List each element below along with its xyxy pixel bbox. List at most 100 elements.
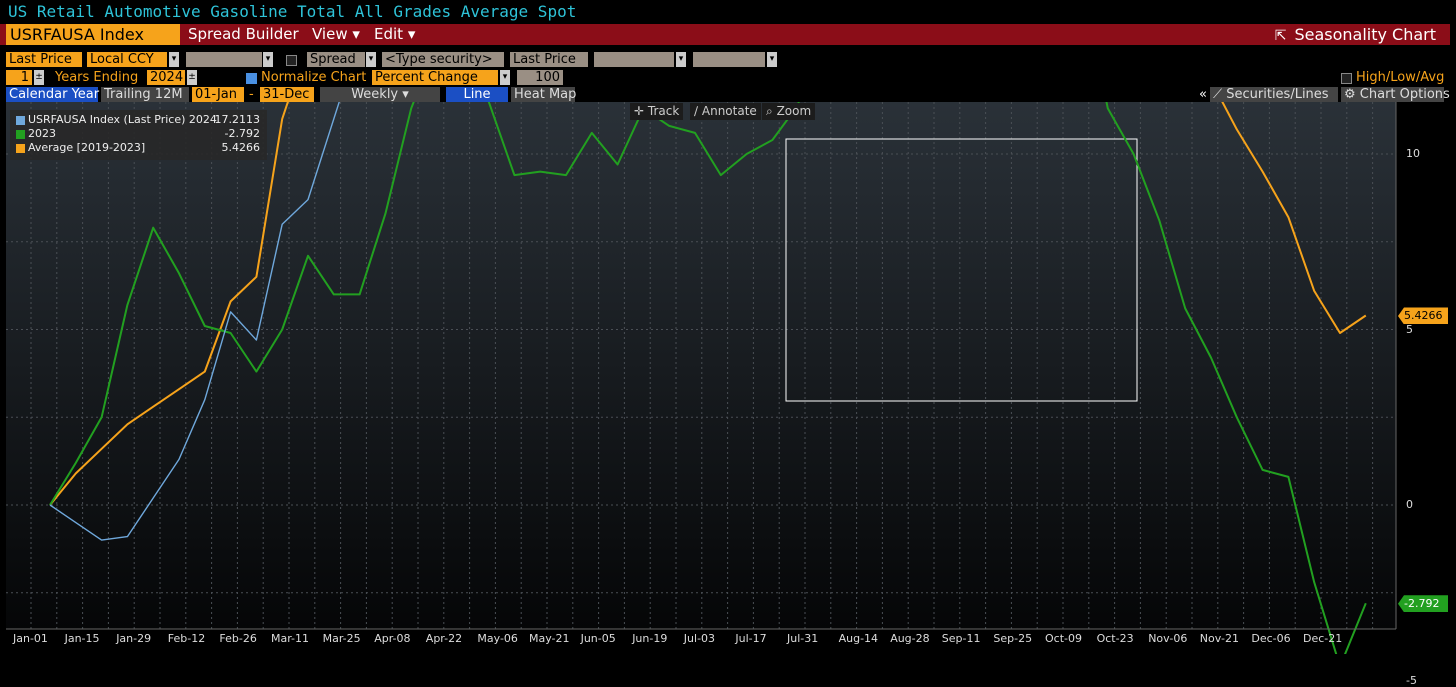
field-last-price[interactable]: Last Price xyxy=(6,52,82,67)
tab-calendar-year[interactable]: Calendar Year xyxy=(6,87,99,102)
empty-field-2[interactable] xyxy=(594,52,674,67)
tab-heat-map[interactable]: Heat Map xyxy=(511,87,576,102)
tab-line[interactable]: Line xyxy=(446,87,508,102)
x-tick-label: Dec-06 xyxy=(1251,632,1291,645)
x-tick-label: Jan-29 xyxy=(116,632,152,645)
legend-value-2023: -2.792 xyxy=(224,127,260,140)
end-value-tag-s2023: -2.792 xyxy=(1398,595,1448,613)
x-tick-label: May-21 xyxy=(529,632,570,645)
normalize-checkbox[interactable] xyxy=(246,73,257,84)
frequency-select[interactable]: Weekly ▾ xyxy=(320,87,440,102)
legend-item-2023: 2023 xyxy=(16,127,56,141)
end-value-tag-savg: 5.4266 xyxy=(1398,307,1448,325)
x-tick-label: Apr-08 xyxy=(374,632,411,645)
stepper-icon[interactable]: ± xyxy=(34,70,44,85)
edit-menu[interactable]: Edit ▾ xyxy=(374,24,415,45)
chart-canvas[interactable] xyxy=(0,102,1456,654)
chevron-down-icon: ▾ xyxy=(407,25,416,43)
annotate-button[interactable]: ∕ Annotate xyxy=(690,103,761,120)
x-tick-label: Jan-01 xyxy=(13,632,48,645)
track-label: Track xyxy=(647,104,680,118)
legend-label: 2023 xyxy=(28,127,56,140)
x-tick-label: May-06 xyxy=(477,632,518,645)
securities-lines-label: Securities/Lines xyxy=(1226,87,1329,102)
date-separator: - xyxy=(249,87,254,102)
legend-item-2024: USRFAUSA Index (Last Price) 2024 xyxy=(16,113,217,127)
years-ending-label: Years Ending xyxy=(55,70,139,85)
x-tick-label: Feb-26 xyxy=(219,632,257,645)
spread-select[interactable]: Spread xyxy=(307,52,365,67)
chart-options-button[interactable]: ⚙ Chart Options xyxy=(1341,87,1450,102)
x-tick-label: Sep-11 xyxy=(941,632,981,645)
annotate-label: Annotate xyxy=(701,104,757,118)
pencil-icon: ∕ xyxy=(694,104,699,118)
legend-value-average: 5.4266 xyxy=(221,141,261,154)
gear-icon: ⚙ xyxy=(1344,87,1356,102)
view-menu[interactable]: View ▾ xyxy=(312,24,360,45)
spread-builder-button[interactable]: Spread Builder xyxy=(188,24,299,45)
x-tick-label: Nov-06 xyxy=(1148,632,1188,645)
high-low-avg-checkbox[interactable] xyxy=(1341,73,1352,84)
crosshair-icon: ✛ xyxy=(634,104,645,118)
x-tick-label: Jan-15 xyxy=(64,632,100,645)
x-tick-label: Jul-03 xyxy=(683,632,716,645)
x-tick-label: Jul-31 xyxy=(787,632,819,645)
end-date-input[interactable]: 31-Dec xyxy=(260,87,314,102)
zoom-label: Zoom xyxy=(776,104,812,118)
stepper-icon[interactable]: ± xyxy=(187,70,197,85)
x-tick-label: Aug-28 xyxy=(890,632,930,645)
start-date-input[interactable]: 01-Jan xyxy=(192,87,244,102)
edit-label: Edit xyxy=(374,25,404,43)
year-input[interactable]: 2024 xyxy=(147,70,185,85)
seasonality-label: Seasonality Chart xyxy=(1294,25,1436,44)
legend-swatch-2023 xyxy=(16,129,25,139)
spread-checkbox[interactable] xyxy=(286,55,297,66)
y-tick-label: 0 xyxy=(1406,498,1413,511)
track-button[interactable]: ✛ Track xyxy=(630,103,684,120)
legend-swatch-average xyxy=(16,143,25,153)
securities-lines-button[interactable]: ⟋ Securities/Lines xyxy=(1210,87,1338,102)
x-tick-label: Mar-25 xyxy=(322,632,361,645)
zoom-button[interactable]: ⌕ Zoom xyxy=(762,103,816,120)
legend-label: USRFAUSA Index (Last Price) 2024 xyxy=(28,113,217,126)
normalize-mode-select[interactable]: Percent Change xyxy=(372,70,498,85)
chevron-down-icon: ▾ xyxy=(402,87,409,102)
chart-title: US Retail Automotive Gasoline Total All … xyxy=(8,2,577,21)
chart-options-label: Chart Options xyxy=(1359,87,1450,102)
chevron-down-icon[interactable]: ▾ xyxy=(366,52,376,67)
empty-field-3[interactable] xyxy=(693,52,765,67)
external-link-icon: ⇱ xyxy=(1274,28,1287,44)
legend-value-2024: 17.2113 xyxy=(214,113,261,126)
chevron-down-icon[interactable]: ▾ xyxy=(676,52,686,67)
x-tick-label: Oct-23 xyxy=(1096,632,1134,645)
years-count-input[interactable]: 1 xyxy=(6,70,32,85)
x-tick-label: Feb-12 xyxy=(167,632,206,645)
x-tick-label: Mar-11 xyxy=(271,632,310,645)
high-low-avg-label: High/Low/Avg xyxy=(1356,70,1445,85)
x-tick-label: Jun-19 xyxy=(632,632,668,645)
x-tick-label: Jul-17 xyxy=(735,632,767,645)
last-price-field-2[interactable]: Last Price xyxy=(510,52,588,67)
base-value-input[interactable]: 100 xyxy=(517,70,563,85)
y-tick-label: 10 xyxy=(1406,147,1420,160)
seasonality-chart-button[interactable]: ⇱ Seasonality Chart xyxy=(1275,24,1436,45)
chevron-down-icon[interactable]: ▾ xyxy=(500,70,510,85)
chart-legend[interactable]: USRFAUSA Index (Last Price) 2024 17.2113… xyxy=(10,110,267,160)
security-input[interactable]: <Type security> xyxy=(382,52,504,67)
frequency-label: Weekly xyxy=(351,87,399,102)
ticker-field[interactable]: USRFAUSA Index xyxy=(6,24,180,45)
x-tick-label: Oct-09 xyxy=(1045,632,1082,645)
collapse-button[interactable]: « xyxy=(1196,87,1210,102)
normalize-label: Normalize Chart xyxy=(261,70,367,85)
x-tick-label: Jun-05 xyxy=(580,632,616,645)
magnifier-icon: ⌕ xyxy=(766,104,773,118)
chevron-down-icon: ▾ xyxy=(352,25,360,43)
chevron-down-icon[interactable]: ▾ xyxy=(767,52,777,67)
currency-select[interactable]: Local CCY xyxy=(87,52,167,67)
chevron-down-icon[interactable]: ▾ xyxy=(169,52,179,67)
chevron-down-icon[interactable]: ▾ xyxy=(263,52,273,67)
x-tick-label: Apr-22 xyxy=(425,632,463,645)
legend-label: Average [2019-2023] xyxy=(28,141,146,154)
tab-trailing-12m[interactable]: Trailing 12M xyxy=(101,87,189,102)
empty-field-1[interactable] xyxy=(186,52,262,67)
